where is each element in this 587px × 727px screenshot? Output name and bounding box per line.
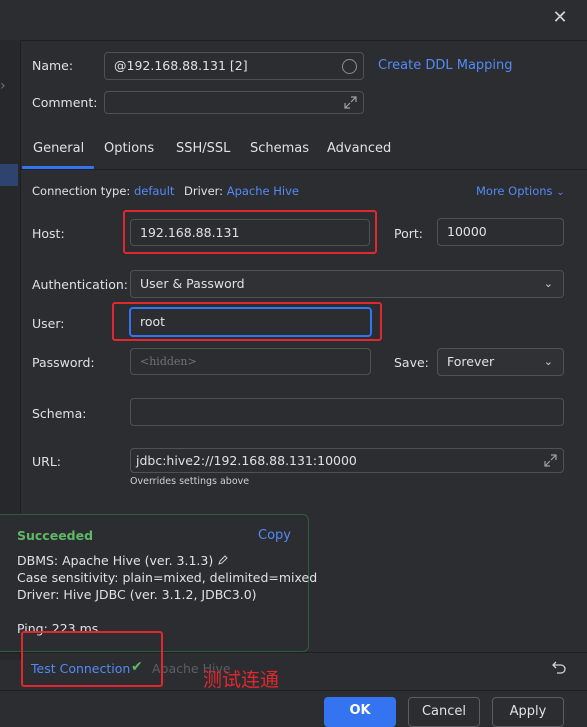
dbms-line: DBMS: Apache Hive (ver. 3.1.3) — [17, 553, 214, 568]
tab-schemas[interactable]: Schemas — [250, 141, 309, 156]
status-succeeded: Succeeded — [17, 528, 94, 543]
apply-button[interactable]: Apply — [492, 697, 564, 727]
url-field[interactable]: jdbc:hive2://192.168.88.131:10000 — [130, 448, 564, 473]
tab-advanced[interactable]: Advanced — [327, 141, 391, 156]
authentication-select[interactable]: User & Password ⌄ — [130, 270, 564, 298]
save-value: Forever — [447, 354, 495, 369]
tab-general[interactable]: General — [33, 141, 84, 156]
user-highlight-box — [112, 302, 382, 341]
test-connection-highlight-box — [21, 631, 163, 687]
more-options-label: More Options — [476, 184, 553, 198]
url-label: URL: — [32, 454, 62, 469]
save-label: Save: — [394, 355, 429, 370]
url-hint: Overrides settings above — [130, 476, 250, 487]
save-select[interactable]: Forever ⌄ — [437, 348, 564, 376]
chevron-down-icon: ⌄ — [543, 355, 553, 368]
password-field[interactable]: <hidden> — [130, 348, 371, 375]
connection-type-link[interactable]: default — [134, 184, 174, 198]
name-value: @192.168.88.131 [2] — [114, 58, 248, 73]
tab-options[interactable]: Options — [104, 141, 154, 156]
connection-type-label: Connection type: — [32, 184, 131, 198]
tab-ssh-ssl[interactable]: SSH/SSL — [176, 141, 230, 156]
schema-label: Schema: — [32, 406, 87, 421]
close-icon[interactable]: ✕ — [551, 9, 569, 27]
driver-row: Driver: Apache Hive — [184, 184, 299, 198]
schema-field[interactable] — [130, 398, 564, 426]
more-options-link[interactable]: More Options ⌄ — [476, 184, 565, 198]
edit-pencil-icon[interactable] — [217, 554, 229, 566]
driver-info-line: Driver: Hive JDBC (ver. 3.1.2, JDBC3.0) — [17, 587, 257, 602]
url-value: jdbc:hive2://192.168.88.131:10000 — [136, 453, 357, 468]
popup-dbms-row: DBMS: Apache Hive (ver. 3.1.3) — [17, 553, 229, 568]
password-placeholder: <hidden> — [140, 355, 197, 368]
chevron-down-icon: ⌄ — [556, 187, 565, 198]
authentication-value: User & Password — [140, 276, 245, 291]
authentication-label: Authentication: — [32, 277, 128, 292]
user-label: User: — [32, 316, 65, 331]
connection-type-row: Connection type: default — [32, 184, 174, 198]
ok-button[interactable]: OK — [324, 697, 396, 727]
chevron-down-icon: ⌄ — [543, 277, 553, 290]
comment-field[interactable] — [104, 91, 364, 114]
color-circle-icon[interactable] — [342, 59, 357, 74]
port-value: 10000 — [447, 224, 487, 239]
expand-icon[interactable] — [544, 454, 557, 467]
dialog-title-bar — [0, 0, 587, 41]
port-label: Port: — [394, 226, 423, 241]
annotation-text: 测试连通 — [203, 669, 280, 691]
undo-icon[interactable] — [551, 660, 567, 674]
host-highlight-box — [123, 210, 377, 254]
create-ddl-mapping-link[interactable]: Create DDL Mapping — [378, 58, 513, 73]
driver-label: Driver: — [184, 184, 224, 198]
name-label: Name: — [32, 58, 74, 73]
port-field[interactable]: 10000 — [437, 218, 564, 246]
driver-link[interactable]: Apache Hive — [227, 184, 299, 198]
name-field[interactable]: @192.168.88.131 [2] — [104, 52, 364, 80]
footer-divider — [0, 690, 587, 691]
cancel-button[interactable]: Cancel — [408, 697, 480, 727]
selected-data-source[interactable] — [0, 164, 18, 186]
tabs-divider — [20, 169, 587, 170]
password-label: Password: — [32, 355, 95, 370]
expand-icon[interactable] — [344, 96, 357, 109]
chevron-right-icon[interactable]: › — [0, 78, 14, 94]
copy-link[interactable]: Copy — [258, 528, 291, 543]
case-sensitivity-line: Case sensitivity: plain=mixed, delimited… — [17, 570, 318, 585]
host-label: Host: — [32, 226, 65, 241]
comment-label: Comment: — [32, 95, 98, 110]
